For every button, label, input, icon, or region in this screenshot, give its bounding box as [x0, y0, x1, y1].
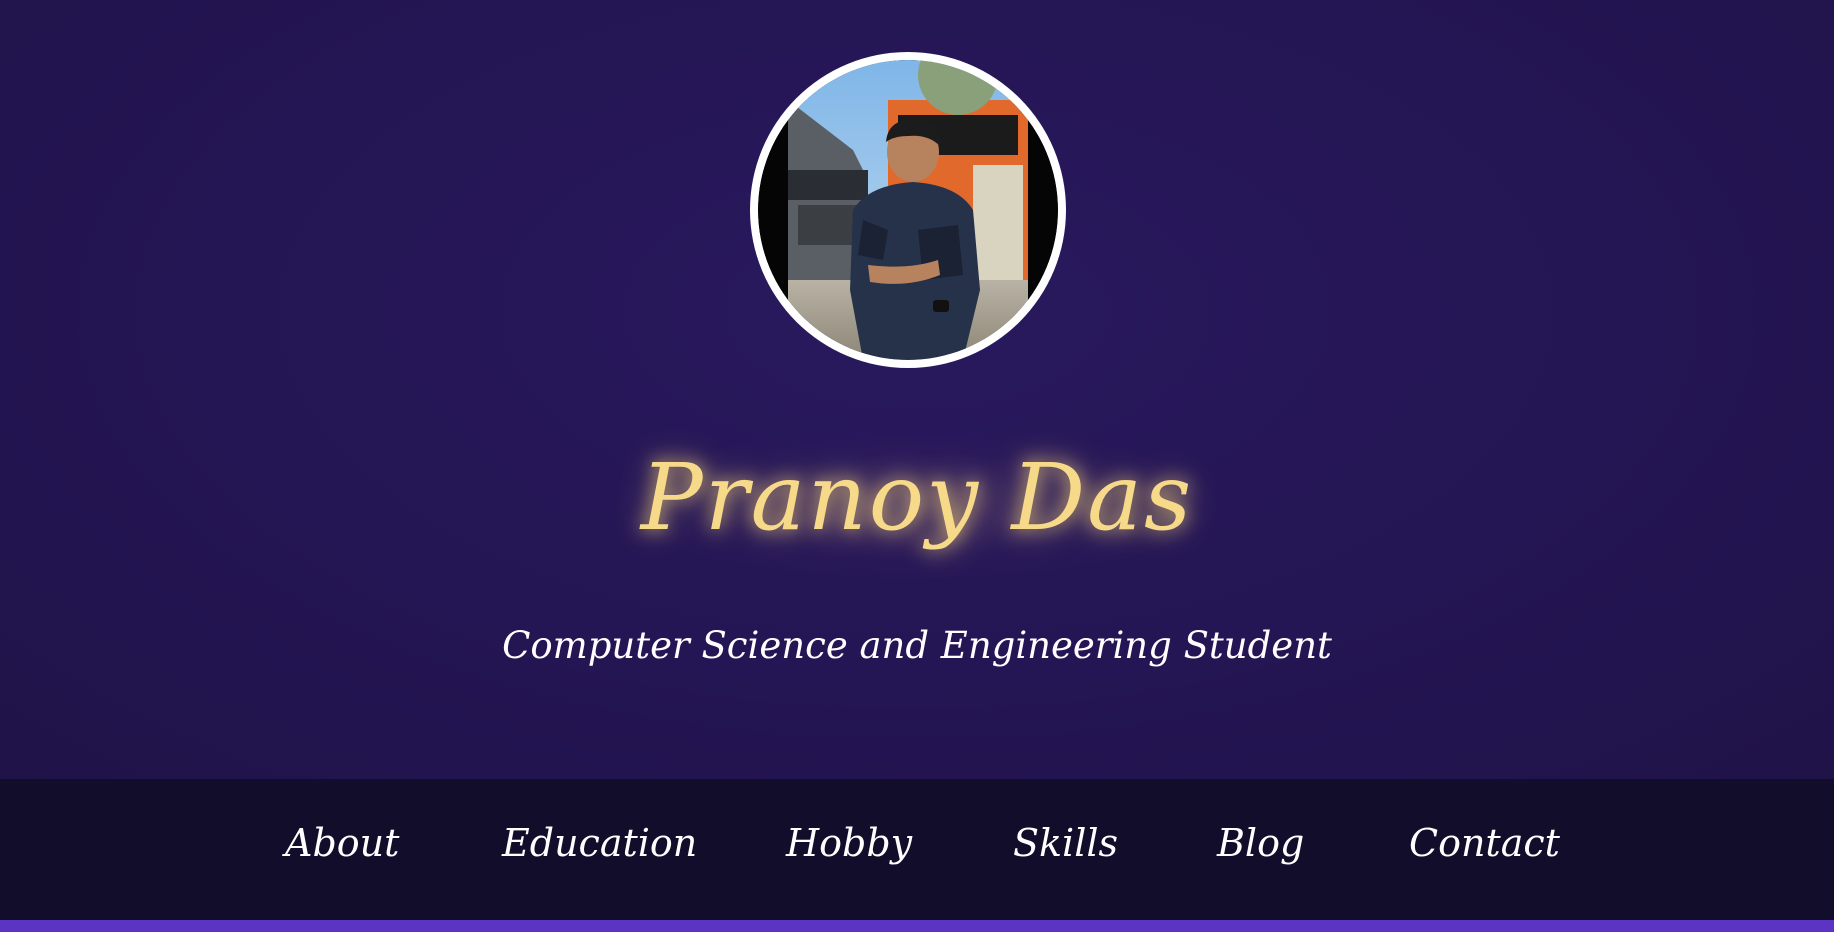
page-subtitle: Computer Science and Engineering Student [502, 624, 1332, 667]
main-navigation: About Education Hobby Skills Blog Contac… [0, 779, 1834, 920]
nav-item-blog[interactable]: Blog [1217, 813, 1304, 873]
nav-item-contact[interactable]: Contact [1409, 813, 1560, 873]
nav-item-hobby[interactable]: Hobby [786, 813, 912, 873]
nav-item-education[interactable]: Education [502, 813, 697, 873]
page-title: Pranoy Das [640, 444, 1194, 551]
nav-item-skills[interactable]: Skills [1013, 813, 1118, 873]
nav-list: About Education Hobby Skills Blog Contac… [0, 779, 1834, 920]
avatar [758, 60, 1058, 360]
avatar-frame [750, 52, 1066, 368]
nav-item-about[interactable]: About [285, 813, 399, 873]
hero-section: Pranoy Das Computer Science and Engineer… [0, 0, 1834, 779]
bottom-accent-bar [0, 920, 1834, 932]
